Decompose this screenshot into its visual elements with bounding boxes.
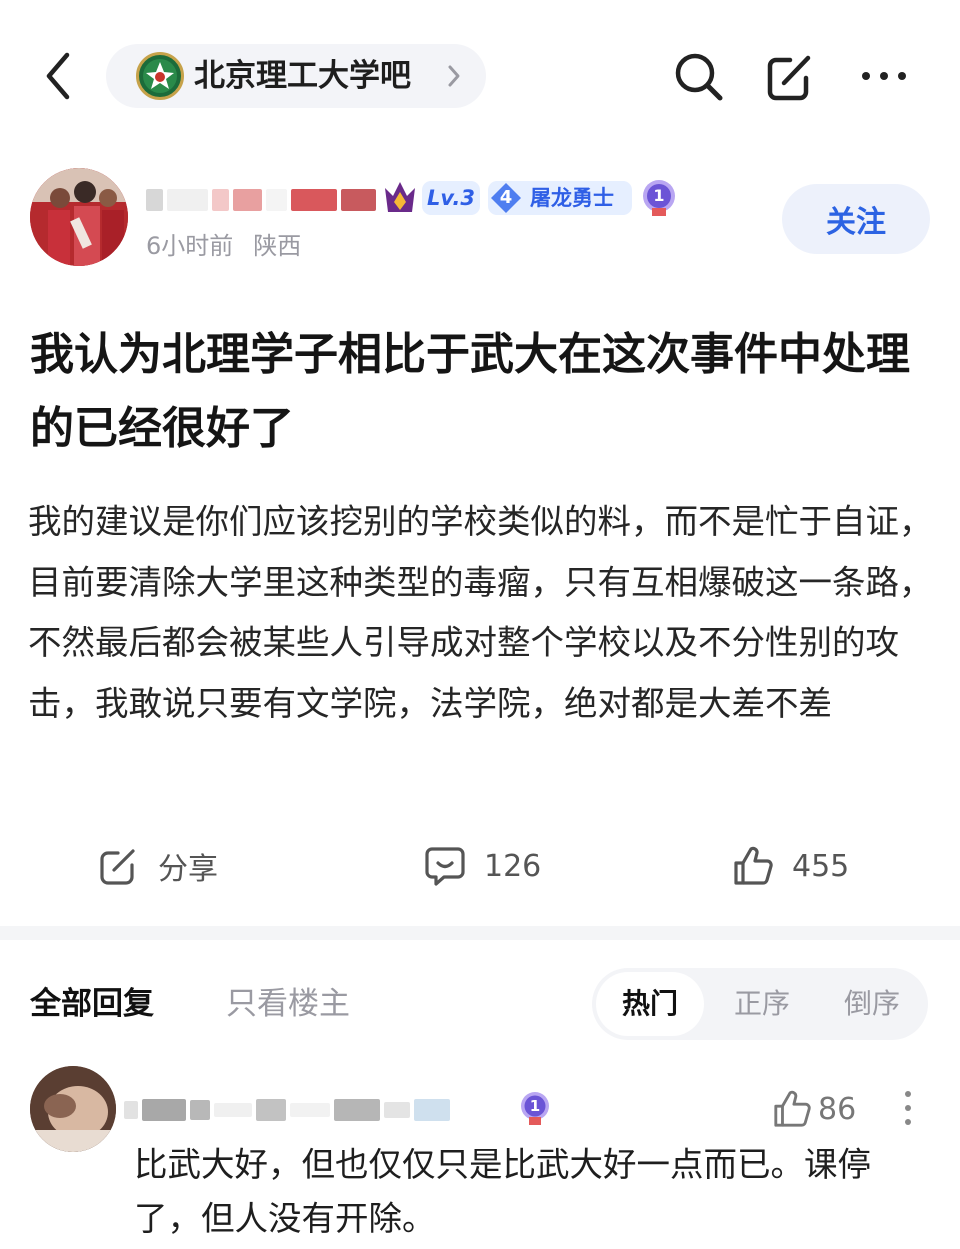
commenter-medal-number: 1 xyxy=(529,1097,541,1115)
commenter-medal-icon: 1 xyxy=(518,1090,552,1126)
commenter-avatar[interactable] xyxy=(30,1066,116,1152)
tab-all-replies[interactable]: 全部回复 xyxy=(30,982,154,1026)
forum-name[interactable]: 北京理工大学吧 xyxy=(194,54,411,98)
sort-hot[interactable]: 热门 xyxy=(596,972,704,1036)
share-icon xyxy=(100,849,135,885)
crown-badge-icon xyxy=(382,178,418,216)
follow-button[interactable]: 关注 xyxy=(782,184,930,254)
post-location: 陕西 xyxy=(253,232,302,260)
share-label: 分享 xyxy=(158,852,218,887)
title-badge: 4 屠龙勇士 xyxy=(488,181,632,215)
share-button[interactable]: 分享 xyxy=(98,838,218,894)
section-divider xyxy=(0,926,960,940)
forum-logo-icon[interactable] xyxy=(136,52,184,100)
comment-icon xyxy=(425,847,465,886)
comment-like-count: 86 xyxy=(818,1091,857,1127)
thumbs-up-icon xyxy=(734,846,773,885)
back-arrow-icon xyxy=(46,52,70,100)
author-name-redacted[interactable] xyxy=(146,180,380,220)
sort-ascending[interactable]: 正序 xyxy=(710,972,814,1036)
title-badge-number: 4 xyxy=(499,187,513,208)
back-button[interactable] xyxy=(30,46,86,106)
comment-like-button[interactable]: 86 xyxy=(772,1086,856,1132)
tab-op-only[interactable]: 只看楼主 xyxy=(226,982,350,1026)
comment-button[interactable]: 126 xyxy=(424,838,541,894)
sort-descending[interactable]: 倒序 xyxy=(820,972,924,1036)
post-body: 我的建议是你们应该挖别的学校类似的料，而不是忙于自证，目前要清除大学里这种类型的… xyxy=(28,502,933,723)
title-badge-text: 屠龙勇士 xyxy=(530,186,614,210)
comment-thumbs-up-icon xyxy=(774,1090,811,1127)
medal-icon: 1 xyxy=(640,178,678,218)
commenter-name-redacted[interactable] xyxy=(124,1094,512,1126)
comment-count: 126 xyxy=(484,848,542,884)
post-title: 我认为北理学子相比于武大在这次事件中处理的已经很好了 xyxy=(30,329,910,454)
post-meta: 6小时前 陕西 xyxy=(146,228,301,264)
post-time: 6小时前 xyxy=(146,232,234,260)
author-avatar[interactable] xyxy=(30,168,128,266)
comment-more-icon[interactable] xyxy=(900,1088,916,1128)
edit-icon[interactable] xyxy=(762,48,818,104)
medal-number: 1 xyxy=(653,186,665,205)
chevron-right-icon xyxy=(444,62,464,90)
like-count: 455 xyxy=(792,848,850,884)
search-icon[interactable] xyxy=(670,48,726,104)
level-badge: Lv.3 xyxy=(422,181,480,215)
comment-text: 比武大好，但也仅仅只是比武大好一点而已。课停了，但人没有开除。 xyxy=(134,1145,871,1238)
more-dots-icon[interactable] xyxy=(856,56,912,96)
like-button[interactable]: 455 xyxy=(732,838,849,894)
